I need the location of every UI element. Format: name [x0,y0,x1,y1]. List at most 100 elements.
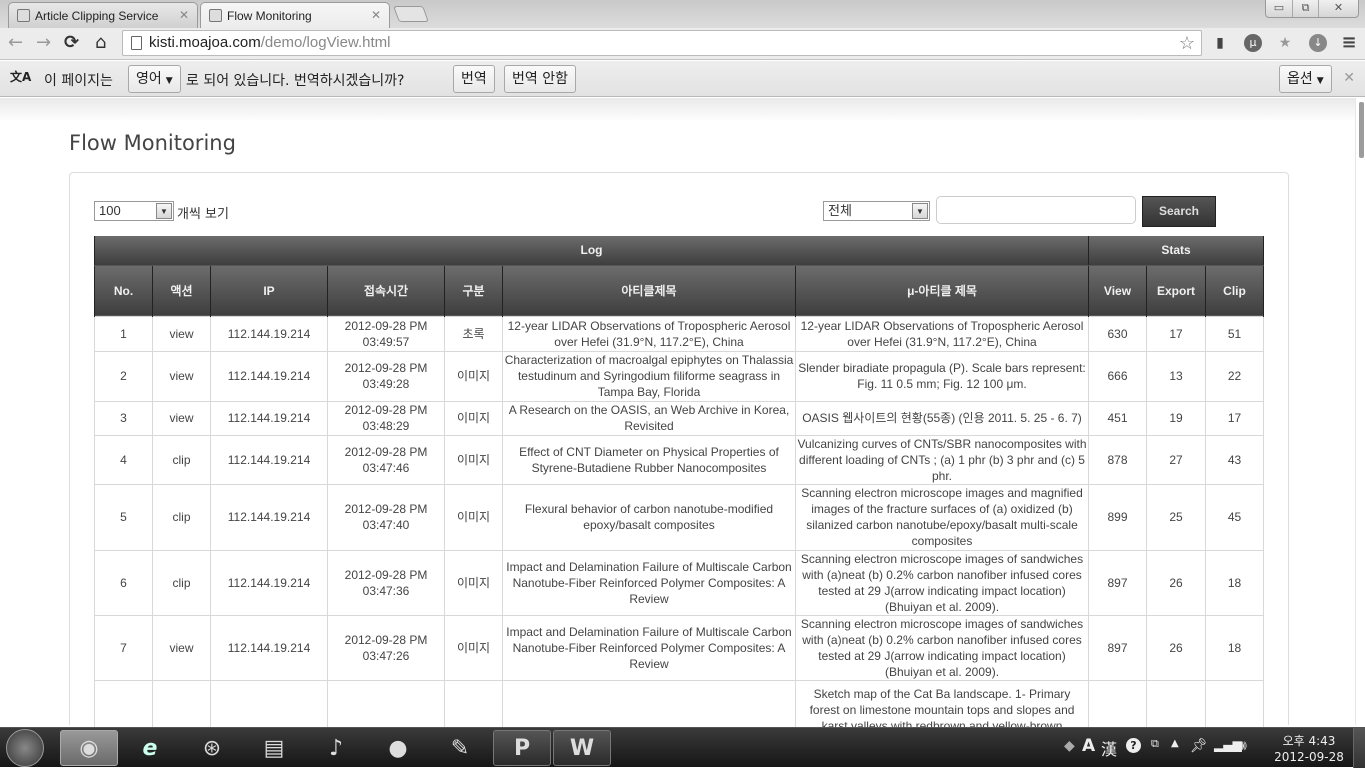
translate-icon: 文A [10,70,32,84]
log-table: Log Stats No. 액션 IP 접속시간 구분 아티클제목 μ-아티클 제목 View… [94,236,1264,741]
caret-down-icon: ▼ [165,76,173,86]
cell-type: 이미지 [444,350,503,402]
no-translate-button[interactable]: 번역 안함 [504,65,576,93]
column-header: Clip [1205,265,1264,316]
utorrent-icon[interactable]: µ [1244,34,1262,52]
taskbar-eclipse[interactable]: ● [369,730,427,766]
cell-datetime: 2012-09-28 PM 03:49:28 [327,350,445,402]
top-shadow [0,98,1355,122]
minimize-icon[interactable]: ▭ [1266,0,1292,17]
taskbar-powerpoint[interactable]: P [493,730,551,766]
cell-type: 이미지 [444,483,503,551]
taskbar-safari[interactable]: ⊛ [183,730,241,766]
table-row[interactable]: 1 view 112.144.19.214 2012-09-28 PM 03:49:57… [94,315,1264,352]
cell-export: 26 [1146,549,1206,616]
translate-infobar: 文A 이 페이지는 영어 ▼ 로 되어 있습니다. 번역하시겠습니까? 번역 번역… [0,61,1365,97]
folder-icon: ▤ [263,735,285,761]
start-button[interactable] [6,729,44,767]
penguin-music-icon: ♪ [328,735,344,761]
table-row[interactable]: 3 view 112.144.19.214 2012-09-28 PM 03:48:29… [94,400,1264,436]
page-size-select[interactable]: 100 ▼ [94,201,174,221]
taskbar-chrome[interactable]: ◉ [60,730,118,766]
close-tab-icon[interactable]: ✕ [371,8,381,22]
table-row[interactable]: 6 clip 112.144.19.214 2012-09-28 PM 03:47:36… [94,549,1264,616]
ime-tool-icon[interactable]: ◆ [1064,738,1075,754]
extension-device-icon[interactable]: ▮ [1211,34,1229,52]
cell-view: 630 [1088,315,1147,352]
ime-han-icon[interactable]: 漢 [1101,736,1117,760]
taskbar-internet-explorer[interactable]: e [121,730,179,766]
cell-micro: Vulcanizing curves of CNTs/SBR nanocompo… [795,434,1089,485]
taskbar-file-explorer[interactable]: ▤ [245,730,303,766]
menu-icon[interactable]: ≡ [1340,34,1358,52]
translate-prefix: 이 페이지는 [44,73,113,89]
reload-icon[interactable]: ⟳ [64,33,79,53]
translate-button[interactable]: 번역 [453,65,495,93]
column-header: 아티클제목 [502,265,796,316]
cell-article: A Research on the OASIS, an Web Archive … [502,400,796,436]
close-infobar-icon[interactable]: ✕ [1343,70,1355,86]
cell-view: 451 [1088,400,1147,436]
language-bar-icon[interactable]: ⧉ [1151,737,1159,751]
cell-clip: 17 [1205,400,1264,436]
volume-icon[interactable]: 🔊︎ [1238,738,1247,754]
translate-suffix: 로 되어 있습니다. 번역하시겠습니까? [186,73,405,89]
address-bar[interactable]: kisti.moajoa.com/demo/logView.html ☆ [122,30,1202,56]
column-header: μ-아티클 제목 [795,265,1089,316]
taskbar-notepad-plus-plus[interactable]: ✎ [431,730,489,766]
cell-date: 2012-09-28 PM [344,502,428,516]
url-host: kisti.moajoa.com [149,34,261,51]
language-select[interactable]: 영어 ▼ [128,65,181,93]
close-tab-icon[interactable]: ✕ [179,8,189,22]
filter-select[interactable]: 전체 ▼ [823,201,930,221]
show-desktop-button[interactable] [1353,728,1365,768]
show-hidden-icons[interactable]: ▲ [1171,738,1179,749]
taskbar-word[interactable]: W [553,730,611,766]
language-value: 영어 [136,71,162,87]
close-window-icon[interactable]: ✕ [1318,0,1358,17]
search-button[interactable]: Search [1142,196,1216,227]
stats-group-header: Stats [1088,236,1264,266]
cell-datetime: 2012-09-28 PM 03:47:36 [327,549,445,616]
cell-ip: 112.144.19.214 [210,434,328,485]
table-row[interactable]: 4 clip 112.144.19.214 2012-09-28 PM 03:47:46… [94,434,1264,485]
favorite-star-icon[interactable]: ★ [1276,34,1294,52]
table-row[interactable]: 7 view 112.144.19.214 2012-09-28 PM 03:47:26… [94,614,1264,681]
tab-flow-monitoring[interactable]: Flow Monitoring ✕ [200,2,390,28]
new-tab-button[interactable] [393,6,429,22]
cell-view: 878 [1088,434,1147,485]
clock-date: 2012-09-28 [1274,750,1344,764]
cell-date: 2012-09-28 PM [344,318,428,333]
ime-a-icon[interactable]: A [1082,736,1095,756]
back-icon[interactable]: ← [8,33,23,53]
download-helper-icon[interactable]: ↓ [1309,34,1327,52]
home-icon[interactable]: ⌂ [95,33,106,53]
vertical-scrollbar[interactable] [1355,98,1365,725]
table-row[interactable]: 5 clip 112.144.19.214 2012-09-28 PM 03:47:40… [94,483,1264,551]
bookmark-star-icon[interactable]: ☆ [1179,31,1195,55]
pin-icon[interactable]: 📌︎ [1190,738,1208,754]
cell-datetime: 2012-09-28 PM 03:47:46 [327,434,445,485]
help-icon[interactable]: ? [1126,738,1141,753]
taskbar-media-player[interactable]: ♪ [307,730,365,766]
cell-micro: OASIS 웹사이트의 현황(55종) (인용 2011. 5. 25 - 6.… [795,400,1089,436]
forward-icon[interactable]: → [36,33,51,53]
search-input[interactable] [936,196,1136,224]
tab-article-clipping[interactable]: Article Clipping Service ✕ [8,2,198,28]
options-label: 옵션 [1287,71,1313,87]
restore-icon[interactable]: ⧉ [1292,0,1318,17]
system-clock[interactable]: 오후 4:43 2012-09-28 [1268,733,1350,765]
chrome-icon: ◉ [79,735,99,761]
scrollbar-thumb[interactable] [1359,102,1364,158]
options-button[interactable]: 옵션 ▼ [1279,65,1332,93]
cell-clip: 18 [1205,549,1264,616]
window-controls: ▭ ⧉ ✕ [1265,0,1359,18]
table-row[interactable]: 2 view 112.144.19.214 2012-09-28 PM 03:49:28… [94,350,1264,402]
cell-action: clip [152,483,211,551]
cell-no: 7 [94,614,153,681]
dropdown-arrow-icon[interactable]: ▼ [156,203,172,219]
column-header: No. [94,265,153,316]
dropdown-arrow-icon[interactable]: ▼ [912,203,928,219]
cell-action: view [152,400,211,436]
cell-ip: 112.144.19.214 [210,614,328,681]
